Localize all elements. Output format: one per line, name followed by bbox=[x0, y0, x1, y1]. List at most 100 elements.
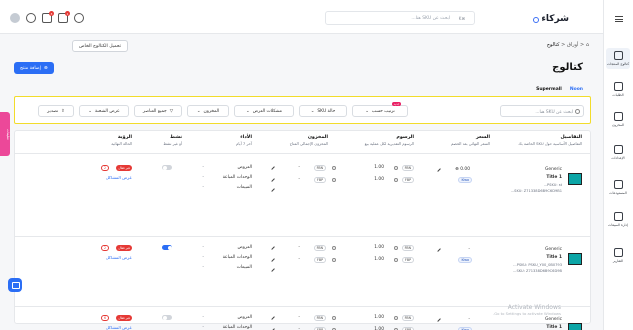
breadcrumb-mid[interactable]: أوراق bbox=[567, 42, 579, 48]
add-product-button[interactable]: ⊕ إضافة منتج bbox=[14, 62, 54, 74]
view-issues-link[interactable]: عرض المشاكل bbox=[106, 175, 132, 180]
menu-icon[interactable] bbox=[615, 16, 623, 22]
rail-label: المستودعات bbox=[609, 191, 627, 195]
active-toggle[interactable] bbox=[162, 245, 172, 250]
rail-item-warehouses[interactable]: المستودعات bbox=[606, 180, 630, 195]
edit-stock-icon[interactable] bbox=[269, 266, 275, 272]
rail-item-stock[interactable]: المخزون bbox=[606, 112, 630, 127]
all-items-filter[interactable]: ▽ جميع العناصر bbox=[134, 105, 182, 117]
stock-dash: - bbox=[298, 177, 300, 182]
product-thumbnail[interactable] bbox=[568, 253, 582, 265]
export-button[interactable]: ⇪ تصدير bbox=[38, 105, 74, 117]
mail-icon[interactable]: 1 bbox=[58, 11, 70, 23]
chevron-down-icon: ⌄ bbox=[310, 108, 315, 114]
rail-item-reports[interactable]: التقارير bbox=[606, 248, 630, 263]
info-icon[interactable] bbox=[394, 316, 398, 320]
rail-item-settings[interactable]: الإعدادات bbox=[606, 145, 630, 160]
help-icon[interactable] bbox=[26, 13, 36, 23]
info-icon[interactable] bbox=[332, 166, 336, 170]
edit-stock-icon[interactable] bbox=[269, 186, 275, 192]
windows-watermark: Activate Windows Go to Settings to activ… bbox=[493, 304, 561, 316]
sku-status-dropdown[interactable]: حالة SKU ⌄ bbox=[299, 105, 347, 117]
view-dropdown[interactable]: عرض الشحنة ⌄ bbox=[79, 105, 129, 117]
rail-item-orders[interactable]: الطلبات bbox=[606, 82, 630, 97]
product-thumbnail[interactable] bbox=[568, 173, 582, 185]
edit-price-icon[interactable] bbox=[435, 316, 441, 322]
col-fees: الرسوم الرسوم التقديرية لكل عملية بيع bbox=[365, 135, 414, 146]
info-icon[interactable] bbox=[332, 316, 336, 320]
perf-label-sales: المبيعات bbox=[236, 265, 252, 270]
all-items-label: جميع العناصر bbox=[142, 108, 167, 114]
bell-icon[interactable]: 3 bbox=[42, 11, 54, 23]
export-label: تصدير bbox=[47, 108, 59, 114]
tab-supermall[interactable]: Supermall bbox=[536, 87, 562, 92]
brand-logo[interactable]: شركاء bbox=[533, 10, 569, 26]
col-active-sub: أو غير نشط bbox=[163, 141, 182, 146]
global-search[interactable]: ابحث عن SKU هنا... ⌘K bbox=[325, 11, 475, 25]
col-performance: الأداء آخر 7 أيام bbox=[236, 135, 252, 146]
filter-icon: ▽ bbox=[169, 108, 174, 114]
info-icon[interactable] bbox=[394, 246, 398, 250]
perf-value: - bbox=[202, 165, 204, 170]
tab-noon[interactable]: Noon bbox=[570, 87, 583, 92]
chat-icon[interactable] bbox=[8, 278, 22, 292]
view-label: عرض الشحنة bbox=[94, 108, 120, 114]
download-catalog-button[interactable]: تحميل الكتالوج الخاص bbox=[72, 40, 129, 52]
fee-value-fbn: 1.00 bbox=[374, 315, 384, 320]
edit-stock-icon[interactable] bbox=[269, 176, 275, 182]
edit-stock-icon[interactable] bbox=[269, 256, 275, 262]
view-issues-link[interactable]: عرض المشاكل bbox=[106, 255, 132, 260]
header-icons: 3 1 bbox=[10, 11, 84, 23]
col-price-label: السعر bbox=[475, 135, 490, 140]
info-icon[interactable] bbox=[394, 166, 398, 170]
sort-dropdown[interactable]: جديد ترتيب حسب ⌄ bbox=[352, 102, 408, 117]
view-issues-link[interactable]: عرض المشاكل bbox=[106, 325, 132, 330]
perf-label-offers: العروض bbox=[237, 245, 252, 250]
info-icon[interactable] bbox=[332, 258, 336, 262]
active-toggle[interactable] bbox=[162, 315, 172, 320]
sku-search-input[interactable]: ابحث عن SKU هنا... bbox=[500, 105, 584, 117]
stock-dropdown[interactable]: المخزون ⌄ bbox=[187, 105, 229, 117]
breadcrumb: ⌂ < أوراق < كتالوج bbox=[546, 42, 589, 48]
brand-mark-icon bbox=[533, 17, 539, 23]
product-title[interactable]: Title 1 bbox=[546, 175, 562, 180]
col-active-label: نشط bbox=[170, 135, 182, 140]
brand-name: شركاء bbox=[541, 14, 569, 24]
info-icon[interactable] bbox=[394, 178, 398, 182]
edit-stock-icon[interactable] bbox=[269, 244, 275, 250]
perf-value: - bbox=[202, 185, 204, 190]
visibility-badge: غير فعال bbox=[116, 315, 132, 321]
fee-chip-fbp: FBP bbox=[402, 257, 414, 263]
issue-count: 2 bbox=[103, 246, 106, 250]
add-product-label: إضافة منتج bbox=[20, 65, 41, 71]
price-tag: Kiwa bbox=[458, 177, 472, 183]
avatar[interactable] bbox=[10, 13, 20, 23]
search-icon bbox=[575, 109, 580, 114]
variants-dropdown[interactable]: مشكلات العرض ⌄ bbox=[234, 105, 294, 117]
product-title[interactable]: Title 1 bbox=[546, 255, 562, 260]
edit-price-icon[interactable] bbox=[435, 166, 441, 172]
info-icon[interactable] bbox=[332, 246, 336, 250]
perf-label-offers: العروض bbox=[237, 315, 252, 320]
rail-item-sales[interactable]: إدارة المبيعات bbox=[606, 212, 630, 227]
visibility-badge-label: غير فعال bbox=[118, 246, 130, 250]
issue-count: 6 bbox=[103, 316, 106, 320]
breadcrumb-home[interactable]: ⌂ bbox=[586, 42, 589, 48]
fee-value-fbn: 1.00 bbox=[374, 165, 384, 170]
product-thumbnail[interactable] bbox=[568, 323, 582, 330]
product-title[interactable]: Title 1 bbox=[546, 325, 562, 330]
info-icon[interactable] bbox=[394, 258, 398, 262]
edit-stock-icon[interactable] bbox=[269, 164, 275, 170]
info-icon[interactable] bbox=[332, 178, 336, 182]
fee-chip-fbp: FBP bbox=[402, 177, 414, 183]
edit-stock-icon[interactable] bbox=[269, 326, 275, 330]
active-toggle[interactable] bbox=[162, 165, 172, 170]
edit-price-icon[interactable] bbox=[435, 246, 441, 252]
feedback-tab[interactable]: تعليقات bbox=[0, 112, 10, 156]
col-stock-sub: المخزون الإجمالي المتاح bbox=[289, 141, 328, 146]
rail-item-catalog[interactable]: كتالوج المنتجات bbox=[606, 48, 630, 69]
download-catalog-label: تحميل الكتالوج الخاص bbox=[79, 43, 122, 49]
edit-stock-icon[interactable] bbox=[269, 314, 275, 320]
watermark-line1: Activate Windows bbox=[507, 304, 561, 311]
globe-icon[interactable] bbox=[74, 13, 84, 23]
